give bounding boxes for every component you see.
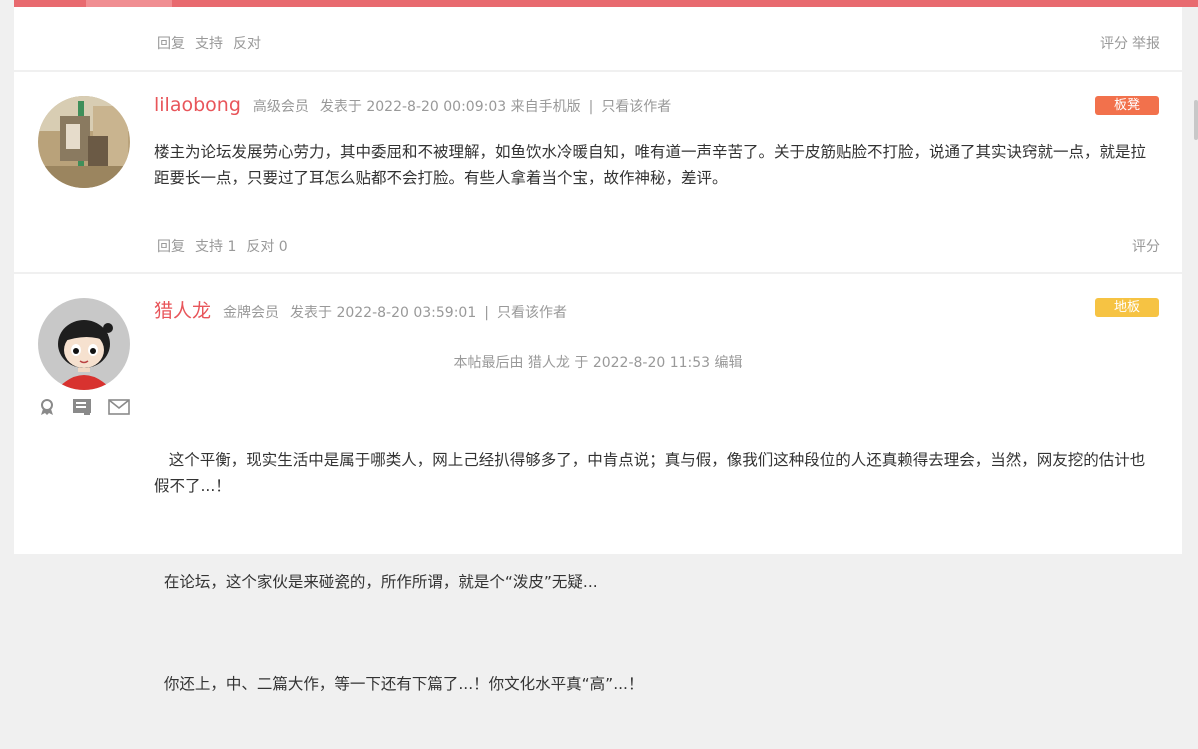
post-lilaobong: lilaobong 高级会员 发表于 2022-8-20 00:09:03 来自…	[14, 72, 1182, 272]
post-lierenlong: 猎人龙 金牌会员 发表于 2022-8-20 03:59:01 | 只看该作者 …	[14, 274, 1182, 693]
post-right-actions: 评分	[1132, 236, 1160, 256]
post-meta: 猎人龙 金牌会员 发表于 2022-8-20 03:59:01 | 只看该作者	[154, 296, 567, 323]
support-link[interactable]: 支持 1	[195, 236, 236, 256]
floor-badge: 板凳	[1095, 96, 1159, 115]
rate-link[interactable]: 评分	[1100, 33, 1128, 53]
reply-link[interactable]: 回复	[157, 33, 185, 53]
rate-link[interactable]: 评分	[1132, 236, 1160, 256]
oppose-link[interactable]: 反对 0	[246, 236, 287, 256]
post-footer-previous: 回复 支持 反对 评分 举报	[14, 7, 1182, 70]
username-link[interactable]: 猎人龙	[154, 296, 211, 323]
post-actions: 回复 支持 1 反对 0	[157, 236, 288, 256]
top-accent-bar	[14, 0, 1198, 7]
paragraph: 这个平衡，现实生活中是属于哪类人，网上己经扒得够多了，中肯点说；真与假，像我们这…	[154, 451, 1146, 495]
avatar[interactable]	[38, 298, 130, 390]
avatar[interactable]	[38, 96, 130, 188]
paragraph: 你还上，中、二篇大作，等一下还有下篇了...！你文化水平真“高”...！	[154, 675, 644, 693]
message-icon[interactable]	[108, 398, 130, 420]
meta-separator: |	[588, 99, 594, 115]
top-accent-highlight	[86, 0, 172, 7]
medal-icon[interactable]	[38, 398, 56, 420]
paragraph: 在论坛，这个家伙是来碰瓷的，所作所谓，就是个“泼皮”无疑...	[154, 573, 598, 591]
report-link[interactable]: 举报	[1132, 33, 1160, 53]
profile-card-icon[interactable]	[72, 398, 92, 420]
scrollbar-thumb[interactable]	[1194, 100, 1198, 140]
post-actions: 回复 支持 反对	[157, 33, 261, 53]
floor-badge: 地板	[1095, 298, 1159, 317]
support-link[interactable]: 支持	[195, 33, 223, 53]
post-content: 这个平衡，现实生活中是属于哪类人，网上己经扒得够多了，中肯点说；真与假，像我们这…	[154, 395, 1154, 749]
meta-separator: |	[484, 305, 489, 321]
post-content: 楼主为论坛发展劳心劳力，其中委屈和不被理解，如鱼饮水冷暖自知，唯有道一声辛苦了。…	[154, 143, 1147, 187]
only-author-link[interactable]: 只看该作者	[497, 302, 567, 322]
username-link[interactable]: lilaobong	[154, 94, 241, 116]
post-date: 发表于 2022-8-20 03:59:01	[290, 305, 477, 321]
only-author-link[interactable]: 只看该作者	[601, 96, 671, 116]
post-right-actions: 评分 举报	[1100, 33, 1160, 53]
user-rank: 高级会员	[252, 99, 309, 115]
reply-link[interactable]: 回复	[157, 236, 185, 256]
oppose-link[interactable]: 反对	[233, 33, 261, 53]
edit-note: 本帖最后由 猎人龙 于 2022-8-20 11:53 编辑	[453, 355, 743, 371]
user-icons	[38, 398, 130, 420]
post-date: 发表于 2022-8-20 00:09:03 来自手机版	[319, 99, 581, 115]
post-meta: lilaobong 高级会员 发表于 2022-8-20 00:09:03 来自…	[154, 94, 671, 116]
user-rank: 金牌会员	[223, 305, 280, 321]
